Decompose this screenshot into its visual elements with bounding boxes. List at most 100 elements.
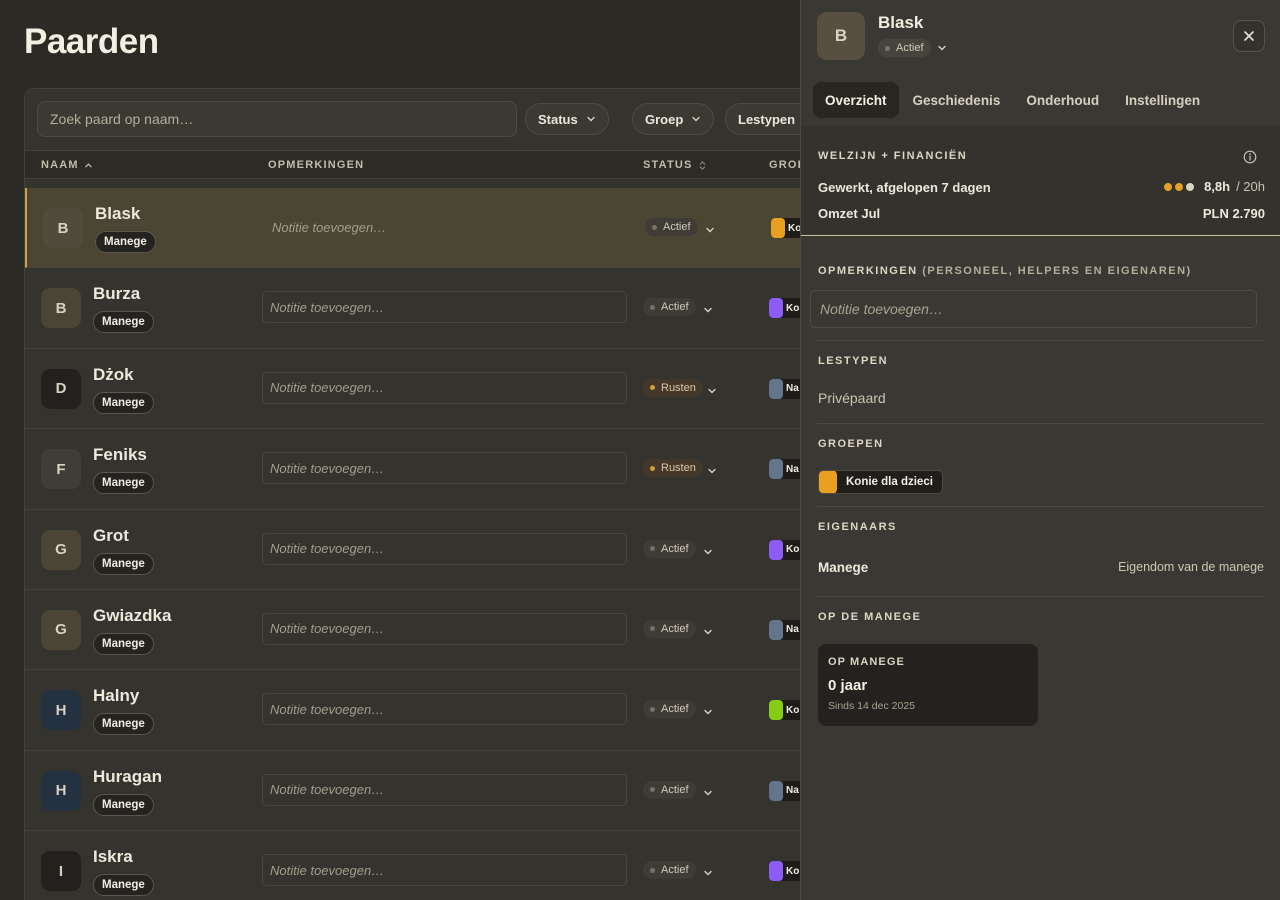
- horse-name[interactable]: Burza: [93, 284, 140, 304]
- horse-name[interactable]: Gwiazdka: [93, 606, 171, 626]
- divider: [817, 340, 1265, 341]
- horse-name[interactable]: Iskra: [93, 847, 133, 867]
- column-header-status[interactable]: STATUS: [643, 159, 707, 171]
- horse-name[interactable]: Feniks: [93, 445, 147, 465]
- status-dropdown[interactable]: [707, 383, 717, 394]
- table-row[interactable]: H Huragan Manege Notitie toevoegen… Acti…: [25, 751, 800, 832]
- owner-name[interactable]: Manege: [818, 560, 868, 575]
- tab-overview[interactable]: Overzicht: [813, 82, 899, 118]
- tab-history[interactable]: Geschiedenis: [901, 82, 1013, 118]
- note-input[interactable]: Notitie toevoegen…: [262, 371, 627, 404]
- status-label: Actief: [661, 301, 689, 314]
- note-input[interactable]: Notitie toevoegen…: [262, 532, 627, 565]
- group-chip[interactable]: Na: [769, 619, 800, 640]
- close-button[interactable]: [1233, 20, 1265, 52]
- owner-badge: Manege: [93, 713, 154, 736]
- avatar: G: [41, 529, 81, 570]
- note-input[interactable]: Notitie toevoegen…: [262, 291, 627, 324]
- table-row[interactable]: F Feniks Manege Notitie toevoegen… Ruste…: [25, 429, 800, 510]
- group-chip[interactable]: Ko: [769, 861, 800, 882]
- note-input[interactable]: Notitie toevoegen…: [264, 211, 629, 243]
- status-dropdown[interactable]: [703, 865, 713, 876]
- notes-section-title: OPMERKINGEN (PERSONEEL, HELPERS EN EIGEN…: [818, 265, 1192, 277]
- tab-settings[interactable]: Instellingen: [1113, 82, 1212, 118]
- workload-dot-icon: [1175, 182, 1184, 191]
- filter-group-button[interactable]: Groep: [632, 103, 715, 135]
- table-row[interactable]: B Blask Manege Notitie toevoegen… Actief…: [25, 188, 800, 269]
- status-badge[interactable]: Actief: [643, 700, 696, 719]
- table-row[interactable]: G Grot Manege Notitie toevoegen… Actief …: [25, 510, 800, 590]
- filter-lesson-types-button[interactable]: Lestypen: [725, 103, 800, 135]
- note-input[interactable]: Notitie toevoegen…: [262, 452, 627, 485]
- horse-name[interactable]: Halny: [93, 686, 139, 706]
- horse-name[interactable]: Grot: [93, 526, 129, 546]
- search-input[interactable]: [50, 111, 504, 127]
- group-chip[interactable]: Na: [769, 459, 800, 480]
- status-badge[interactable]: Actief: [643, 298, 696, 317]
- chevron-down-icon[interactable]: [937, 43, 947, 53]
- welfare-finance-summary: WELZIJN + FINANCIËN Gewerkt, afgelopen 7…: [801, 126, 1280, 236]
- status-badge[interactable]: Actief: [643, 539, 696, 558]
- note-input[interactable]: Notitie toevoegen…: [262, 773, 627, 806]
- status-badge[interactable]: Actief: [643, 861, 696, 880]
- section-title: GROEPEN: [818, 438, 884, 450]
- drawer-header: B Blask Actief: [801, 0, 1280, 72]
- group-chip[interactable]: Ko: [769, 298, 800, 319]
- group-chip[interactable]: Konie dla dzieci: [818, 470, 943, 494]
- search-field[interactable]: [37, 101, 517, 137]
- status-badge[interactable]: Actief: [645, 218, 698, 236]
- table-body: B Blask Manege Notitie toevoegen… Actief…: [25, 188, 800, 900]
- table-row[interactable]: B Burza Manege Notitie toevoegen… Actief…: [25, 268, 800, 349]
- status-dropdown[interactable]: [703, 785, 713, 796]
- group-chip[interactable]: Ko: [769, 539, 800, 560]
- column-header-label: NAAM: [41, 159, 79, 171]
- horse-name[interactable]: Dżok: [93, 365, 134, 385]
- chevron-down-icon: [708, 468, 716, 474]
- info-icon[interactable]: [1243, 150, 1257, 164]
- note-input[interactable]: Notitie toevoegen…: [262, 612, 627, 645]
- status-label: Actief: [663, 221, 691, 233]
- horse-name[interactable]: Blask: [95, 204, 140, 224]
- note-input[interactable]: Notitie toevoegen…: [262, 693, 627, 726]
- status-label: Actief: [661, 703, 689, 716]
- note-input[interactable]: Notitie toevoegen…: [262, 854, 627, 887]
- table-row[interactable]: G Gwiazdka Manege Notitie toevoegen… Act…: [25, 590, 800, 671]
- group-chip[interactable]: Na: [769, 378, 800, 399]
- status-label: Rusten: [661, 462, 696, 475]
- status-dropdown[interactable]: [707, 463, 717, 474]
- status-dot-icon: [650, 706, 655, 712]
- lesson-type-value[interactable]: Privépaard: [818, 390, 886, 406]
- status-badge[interactable]: Actief: [643, 780, 696, 799]
- status-dropdown[interactable]: [705, 222, 715, 233]
- status-badge[interactable]: Rusten: [643, 378, 703, 397]
- group-chip[interactable]: Ko: [769, 700, 800, 721]
- table-row[interactable]: H Halny Manege Notitie toevoegen… Actief…: [25, 670, 800, 751]
- status-dot-icon: [652, 224, 657, 230]
- horse-name[interactable]: Huragan: [93, 767, 162, 787]
- status-dropdown[interactable]: [703, 704, 713, 715]
- table-row[interactable]: D Dżok Manege Notitie toevoegen… Rusten …: [25, 349, 800, 430]
- status-dropdown[interactable]: [703, 624, 713, 635]
- group-color-swatch: [771, 218, 785, 238]
- notes-input[interactable]: Notitie toevoegen…: [810, 290, 1257, 328]
- group-color-swatch: [769, 378, 783, 399]
- main-area: Paarden Status Groep Lestypen NAAM: [0, 0, 800, 900]
- workload-dot-icon: [1164, 182, 1173, 191]
- column-header-name[interactable]: NAAM: [41, 159, 93, 171]
- status-label: Actief: [896, 42, 924, 54]
- status-badge[interactable]: Rusten: [643, 459, 703, 478]
- avatar: F: [41, 449, 81, 490]
- tab-maintenance[interactable]: Onderhoud: [1014, 82, 1111, 118]
- chevron-down-icon: [692, 116, 700, 122]
- status-badge[interactable]: Actief: [643, 619, 696, 638]
- group-chip[interactable]: Na: [769, 780, 800, 801]
- at-stable-card: OP MANEGE 0 jaar Sinds 14 dec 2025: [818, 644, 1038, 726]
- group-chip[interactable]: Ko: [771, 218, 800, 238]
- column-header-group[interactable]: GROEP: [769, 159, 800, 171]
- filter-status-button[interactable]: Status: [525, 103, 609, 135]
- group-color-swatch: [769, 539, 783, 560]
- status-dropdown[interactable]: [703, 302, 713, 313]
- status-badge[interactable]: Actief: [878, 39, 931, 57]
- table-row[interactable]: I Iskra Manege Notitie toevoegen… Actief…: [25, 831, 800, 900]
- status-dropdown[interactable]: [703, 544, 713, 555]
